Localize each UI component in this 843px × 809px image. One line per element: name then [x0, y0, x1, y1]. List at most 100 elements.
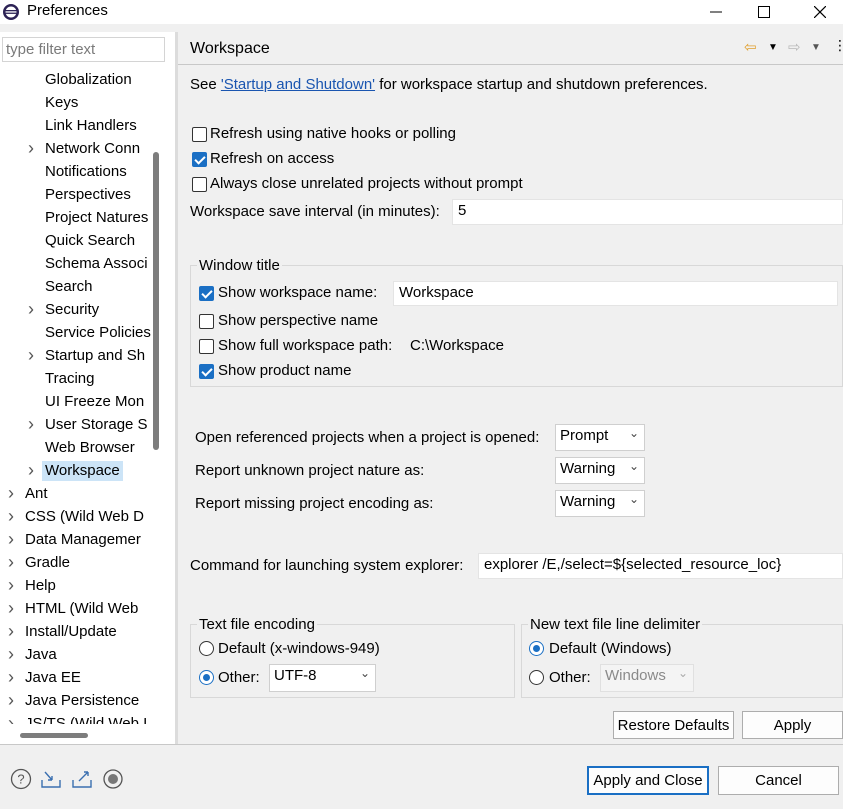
chevron-down-icon: ⌄: [359, 666, 370, 680]
tree-item-label: Java Persistence: [25, 692, 140, 709]
back-arrow-icon[interactable]: ⇦: [744, 38, 757, 56]
explorer-command-label: Command for launching system explorer:: [190, 557, 464, 574]
tree-horizontal-scrollbar[interactable]: [20, 733, 88, 738]
maximize-button[interactable]: [741, 0, 787, 24]
always-close-checkbox[interactable]: [192, 177, 207, 192]
export-icon[interactable]: [71, 768, 93, 790]
explorer-command-input[interactable]: explorer /E,/select=${selected_resource_…: [478, 553, 843, 579]
view-menu-icon[interactable]: ⋮: [833, 37, 843, 54]
encoding-other-label: Other:: [218, 669, 260, 686]
minimize-icon: [710, 11, 722, 13]
workspace-name-input[interactable]: Workspace: [393, 281, 838, 306]
tree-item-label: Link Handlers: [45, 117, 137, 134]
show-perspective-name-checkbox[interactable]: [199, 314, 214, 329]
filter-input[interactable]: [2, 37, 165, 62]
tree-item-label: JS/TS (Wild Web I: [25, 715, 148, 724]
minimize-button[interactable]: [693, 0, 739, 24]
chevron-right-icon[interactable]: ›: [28, 346, 42, 364]
preferences-tree-pane: GlobalizationKeysLink Handlers›Network C…: [0, 32, 175, 744]
chevron-right-icon[interactable]: ›: [28, 300, 42, 318]
chevron-right-icon[interactable]: ›: [8, 714, 22, 724]
delimiter-other-radio[interactable]: [529, 670, 544, 685]
chevron-right-icon[interactable]: ›: [8, 622, 22, 640]
tree-item-label: Perspectives: [45, 186, 131, 203]
chevron-right-icon[interactable]: ›: [8, 645, 22, 663]
tree-item-label: Search: [45, 278, 93, 295]
chevron-right-icon[interactable]: ›: [8, 484, 22, 502]
line-delimiter-group-label: New text file line delimiter: [528, 616, 703, 633]
workspace-page: Workspace ⇦ ▼ ⇨ ▼ ⋮ See 'Startup and Shu…: [178, 32, 843, 744]
close-button[interactable]: [797, 0, 843, 24]
encoding-default-radio[interactable]: [199, 641, 214, 656]
tree-item-label: Workspace: [42, 461, 123, 481]
intro-prefix: See: [190, 76, 221, 93]
report-unknown-value: Warning: [560, 460, 616, 477]
tree-item-label: Ant: [25, 485, 48, 502]
chevron-right-icon[interactable]: ›: [8, 691, 22, 709]
tree-vertical-scrollbar[interactable]: [153, 152, 159, 450]
back-history-dropdown-icon[interactable]: ▼: [768, 42, 778, 53]
tree-item-label: HTML (Wild Web: [25, 600, 139, 617]
chevron-down-icon: ⌄: [628, 459, 639, 473]
help-icon[interactable]: ?: [10, 768, 32, 790]
forward-arrow-icon[interactable]: ⇨: [788, 38, 801, 56]
startup-shutdown-link[interactable]: 'Startup and Shutdown': [221, 76, 375, 93]
chevron-down-icon: ⌄: [628, 426, 639, 440]
svg-text:?: ?: [17, 772, 24, 787]
tree-item-label: Data Managemer: [25, 531, 141, 548]
cancel-button[interactable]: Cancel: [718, 766, 839, 795]
open-referenced-select[interactable]: Prompt ⌄: [555, 424, 645, 451]
restore-defaults-button[interactable]: Restore Defaults: [613, 711, 734, 739]
record-icon[interactable]: [102, 768, 124, 790]
apply-button[interactable]: Apply: [742, 711, 843, 739]
import-icon[interactable]: [40, 768, 62, 790]
intro-text: See 'Startup and Shutdown' for workspace…: [190, 76, 708, 93]
intro-suffix: for workspace startup and shutdown prefe…: [375, 76, 708, 93]
tree-item-label: Tracing: [45, 370, 95, 387]
tree-item-label: Java EE: [25, 669, 81, 686]
header-separator: [178, 64, 843, 65]
tree-item-label: Service Policies: [45, 324, 151, 341]
report-unknown-select[interactable]: Warning ⌄: [555, 457, 645, 484]
delimiter-other-select[interactable]: Windows ⌄: [600, 664, 694, 692]
show-full-path-checkbox[interactable]: [199, 339, 214, 354]
always-close-label: Always close unrelated projects without …: [210, 175, 523, 192]
chevron-down-icon: ⌄: [628, 492, 639, 506]
save-interval-input[interactable]: 5: [452, 199, 843, 225]
chevron-right-icon[interactable]: ›: [28, 461, 42, 479]
tree-item-label: Install/Update: [25, 623, 117, 640]
chevron-right-icon[interactable]: ›: [28, 415, 42, 433]
page-title: Workspace: [190, 40, 270, 57]
tree-item-label: Quick Search: [45, 232, 136, 249]
chevron-right-icon[interactable]: ›: [8, 599, 22, 617]
delimiter-default-radio[interactable]: [529, 641, 544, 656]
maximize-icon: [758, 6, 770, 18]
dialog-button-bar: [0, 744, 843, 809]
chevron-right-icon[interactable]: ›: [8, 530, 22, 548]
chevron-right-icon[interactable]: ›: [8, 507, 22, 525]
show-workspace-name-checkbox[interactable]: [199, 286, 214, 301]
show-workspace-name-label: Show workspace name:: [218, 284, 378, 301]
encoding-other-radio[interactable]: [199, 670, 214, 685]
show-product-name-checkbox[interactable]: [199, 364, 214, 379]
refresh-on-access-label: Refresh on access: [210, 150, 335, 167]
encoding-other-select[interactable]: UTF-8 ⌄: [269, 664, 376, 692]
tree-item-label: Schema Associ: [45, 255, 148, 272]
title-bar: Preferences: [0, 0, 843, 24]
apply-and-close-button[interactable]: Apply and Close: [587, 766, 709, 795]
eclipse-app-icon: [3, 4, 19, 20]
chevron-right-icon[interactable]: ›: [8, 553, 22, 571]
tree-item-label: Gradle: [25, 554, 71, 571]
chevron-right-icon[interactable]: ›: [8, 576, 22, 594]
delimiter-other-label: Other:: [549, 669, 591, 686]
chevron-right-icon[interactable]: ›: [28, 139, 42, 157]
refresh-on-access-checkbox[interactable]: [192, 152, 207, 167]
show-full-path-label: Show full workspace path:: [218, 337, 393, 354]
tree-item-label: Notifications: [45, 163, 127, 180]
close-icon: [814, 6, 826, 18]
report-missing-select[interactable]: Warning ⌄: [555, 490, 645, 517]
forward-history-dropdown-icon[interactable]: ▼: [811, 42, 821, 53]
report-missing-value: Warning: [560, 493, 616, 510]
chevron-right-icon[interactable]: ›: [8, 668, 22, 686]
refresh-native-checkbox[interactable]: [192, 127, 207, 142]
